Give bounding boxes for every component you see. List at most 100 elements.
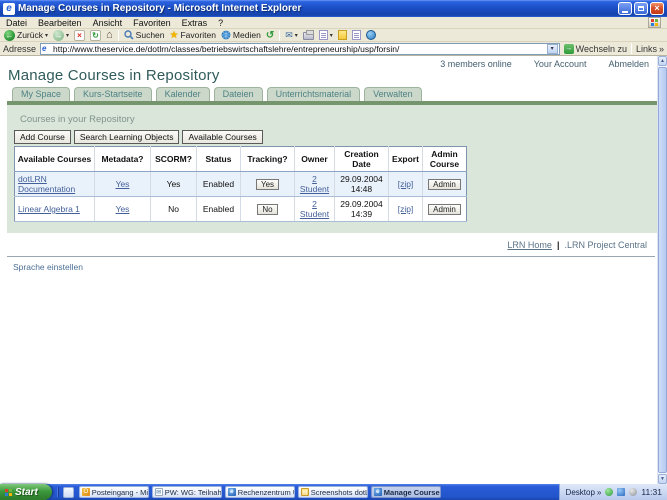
print-button[interactable] (303, 30, 314, 40)
tab-kalender[interactable]: Kalender (156, 87, 210, 101)
menu-item-extras[interactable]: Extras (182, 18, 208, 28)
export-link[interactable]: [zip] (398, 204, 414, 214)
url-text[interactable]: http://www.theservice.de/dotlrn/classes/… (53, 44, 545, 54)
course-link[interactable]: dotLRN Documentation (18, 174, 75, 194)
column-header-owner: Owner (295, 147, 335, 172)
media-label: Medien (233, 30, 261, 40)
cell-metadata: Yes (95, 197, 151, 222)
cell-scorm: Yes (151, 172, 197, 197)
forward-button[interactable]: → ▾ (53, 30, 69, 41)
mail-dropdown-icon[interactable]: ▾ (295, 32, 298, 39)
links-chevron-icon[interactable]: » (659, 44, 664, 54)
owner-link[interactable]: 2 Student (300, 174, 329, 194)
column-header-tracking?: Tracking? (241, 147, 295, 172)
media-button[interactable]: Medien (221, 30, 261, 40)
cell-creation_date: 29.09.2004 14:48 (335, 172, 389, 197)
refresh-icon: ↻ (90, 30, 101, 41)
history-button[interactable]: ↺ (266, 30, 274, 41)
address-input[interactable]: e http://www.theservice.de/dotlrn/classe… (40, 43, 560, 55)
tab-kurs-startseite[interactable]: Kurs-Startseite (74, 87, 152, 101)
admin-button[interactable]: Admin (428, 179, 461, 190)
tray-icon-network[interactable] (617, 488, 625, 496)
scorm-text: Yes (167, 179, 181, 189)
favorites-button[interactable]: ★ Favoriten (170, 30, 216, 41)
scrollbar-thumb[interactable] (658, 67, 667, 473)
cell-scorm: No (151, 197, 197, 222)
metadata-link[interactable]: Yes (116, 179, 130, 189)
mail-icon: ✉ (155, 488, 163, 496)
scroll-down-button[interactable]: ▼ (658, 474, 667, 484)
tracking-button[interactable]: No (257, 204, 277, 215)
admin-button[interactable]: Admin (428, 204, 461, 215)
window-title: Manage Courses in Repository - Microsoft… (18, 3, 615, 14)
metadata-link[interactable]: Yes (116, 204, 130, 214)
links-toolbar[interactable]: Links » (636, 44, 664, 54)
menu-item-datei[interactable]: Datei (6, 18, 27, 28)
restore-button[interactable] (634, 2, 648, 15)
lrn-project-central-link[interactable]: .LRN Project Central (564, 240, 647, 250)
tab-unterrichtsmaterial[interactable]: Unterrichtsmaterial (267, 87, 361, 101)
go-button[interactable]: → Wechseln zu (564, 44, 627, 54)
back-dropdown-icon[interactable]: ▾ (45, 32, 48, 39)
tracking-button[interactable]: Yes (256, 179, 279, 190)
edit-dropdown-icon[interactable]: ▾ (330, 32, 333, 39)
vertical-scrollbar[interactable]: ▲ ▼ (657, 56, 667, 484)
start-button[interactable]: Start (0, 484, 52, 500)
search-button[interactable]: Suchen (124, 30, 165, 40)
tab-verwalten[interactable]: Verwalten (364, 87, 422, 101)
task-button-rechenzentrum-uni-k[interactable]: eRechenzentrum Uni K... (225, 486, 295, 498)
edit-button[interactable]: ▾ (319, 30, 333, 40)
standard-toolbar: ← Zurück ▾ → ▾ × ↻ ⌂ Suchen ★ Favoriten (0, 29, 667, 42)
history-icon: ↺ (266, 30, 274, 41)
close-button[interactable]: × (650, 2, 664, 15)
owner-link[interactable]: 2 Student (300, 199, 329, 219)
menu-item-favoriten[interactable]: Favoriten (133, 18, 171, 28)
task-button-manage-courses-in-r[interactable]: eManage Courses in R... (371, 486, 441, 498)
logout-link[interactable]: Abmelden (608, 59, 649, 69)
footer-links: LRN Home | .LRN Project Central (507, 240, 647, 250)
add-course-button[interactable]: Add Course (14, 130, 71, 144)
tab-dateien[interactable]: Dateien (214, 87, 263, 101)
address-dropdown-button[interactable]: ▾ (547, 44, 558, 54)
messenger-button[interactable] (366, 30, 376, 40)
stop-button[interactable]: × (74, 30, 85, 41)
cell-status: Enabled (197, 172, 241, 197)
menu-bar-items: Datei Bearbeiten Ansicht Favoriten Extras? (6, 18, 223, 28)
language-link[interactable]: Sprache einstellen (13, 262, 83, 272)
cell-creation_date: 29.09.2004 14:39 (335, 197, 389, 222)
tray-icon-antivirus[interactable] (605, 488, 613, 496)
desktop-toolbar[interactable]: Desktop » (566, 488, 602, 497)
course-link[interactable]: Linear Algebra 1 (18, 204, 80, 214)
refresh-button[interactable]: ↻ (90, 30, 101, 41)
quick-launch-icon[interactable] (63, 487, 74, 498)
tray-icon-volume[interactable] (629, 488, 637, 496)
search-icon (124, 30, 134, 40)
your-account-link[interactable]: Your Account (534, 59, 587, 69)
tab-my-space[interactable]: My Space (12, 87, 70, 101)
home-button[interactable]: ⌂ (106, 30, 113, 41)
discuss-button[interactable] (338, 30, 347, 40)
task-button-posteingang-micros[interactable]: OPosteingang - Micros... (79, 486, 149, 498)
outlook-icon: O (82, 488, 90, 496)
scorm-text: No (168, 204, 179, 214)
column-header-available-courses: Available Courses (15, 147, 95, 172)
lrn-home-link[interactable]: LRN Home (507, 240, 552, 250)
column-header-export: Export (389, 147, 423, 172)
title-bar: e Manage Courses in Repository - Microso… (0, 0, 667, 17)
export-link[interactable]: [zip] (398, 179, 414, 189)
mail-button[interactable]: ✉ ▾ (285, 30, 298, 41)
available-courses-button[interactable]: Available Courses (182, 130, 262, 144)
menu-item-ansicht[interactable]: Ansicht (93, 18, 123, 28)
url-favicon: e (42, 44, 51, 53)
desktop-chevron-icon[interactable]: » (597, 488, 601, 497)
back-button[interactable]: ← Zurück ▾ (4, 30, 48, 41)
research-button[interactable] (352, 30, 361, 40)
menu-item-bearbeiten[interactable]: Bearbeiten (38, 18, 82, 28)
minimize-button[interactable] (618, 2, 632, 15)
task-button-pw-wg-teilnahme-v[interactable]: ✉PW: WG: Teilnahme v... (152, 486, 222, 498)
task-button-screenshots-dotlrn[interactable]: ▤Screenshots dotLRN... (298, 486, 368, 498)
scroll-up-button[interactable]: ▲ (658, 56, 667, 66)
search-learning-objects-button[interactable]: Search Learning Objects (74, 130, 180, 144)
forward-dropdown-icon[interactable]: ▾ (66, 32, 69, 39)
menu-item-?[interactable]: ? (218, 18, 223, 28)
